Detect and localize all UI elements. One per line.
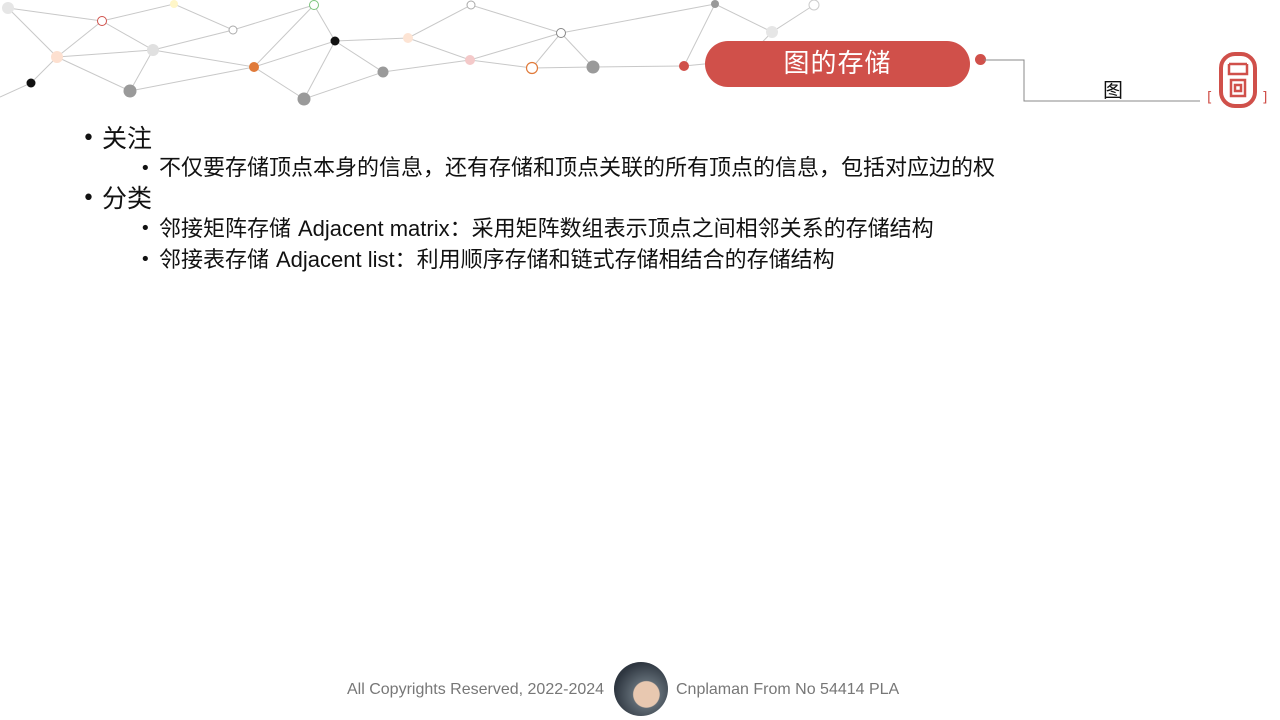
adjacent-matrix-en: Adjacent matrix: [298, 216, 450, 241]
svg-text:[: [: [1207, 90, 1212, 106]
adjacent-list-desc: ：利用顺序存储和链式存储相结合的存储结构: [394, 248, 835, 273]
sub-bullet-adjacent-matrix: 邻接矩阵存储 Adjacent matrix：采用矩阵数组表示顶点之间相邻关系的…: [82, 214, 1232, 245]
adjacent-list-en: Adjacent list: [276, 247, 395, 272]
bullet-focus: 关注: [82, 124, 1232, 154]
bullet-content: 关注 不仅要存储顶点本身的信息，还有存储和顶点关联的所有顶点的信息，包括对应边的…: [82, 124, 1232, 276]
author-avatar: [614, 662, 668, 716]
sub-bullet-adjacent-list: 邻接表存储 Adjacent list：利用顺序存储和链式存储相结合的存储结构: [82, 245, 1232, 276]
slide-title: 图的存储: [705, 41, 970, 87]
adjacent-matrix-desc: ：采用矩阵数组表示顶点之间相邻关系的存储结构: [449, 217, 934, 242]
bullet-category: 分类: [82, 184, 1232, 214]
side-tag: 图: [1103, 78, 1123, 102]
seal-stamp-icon: [ ]: [1207, 52, 1267, 108]
copyright-text: All Copyrights Reserved, 2022-2024: [347, 681, 605, 698]
sub-bullet-focus-detail: 不仅要存储顶点本身的信息，还有存储和顶点关联的所有顶点的信息，包括对应边的权: [82, 154, 1232, 184]
adjacent-list-label: 邻接表存储: [159, 248, 276, 273]
adjacent-matrix-label: 邻接矩阵存储: [159, 217, 298, 242]
footer: All Copyrights Reserved, 2022-2024 Cnpla…: [0, 662, 1280, 718]
svg-text:]: ]: [1262, 90, 1267, 106]
title-connector-line: [984, 59, 1200, 102]
author-text: Cnplaman From No 54414 PLA: [676, 681, 900, 698]
